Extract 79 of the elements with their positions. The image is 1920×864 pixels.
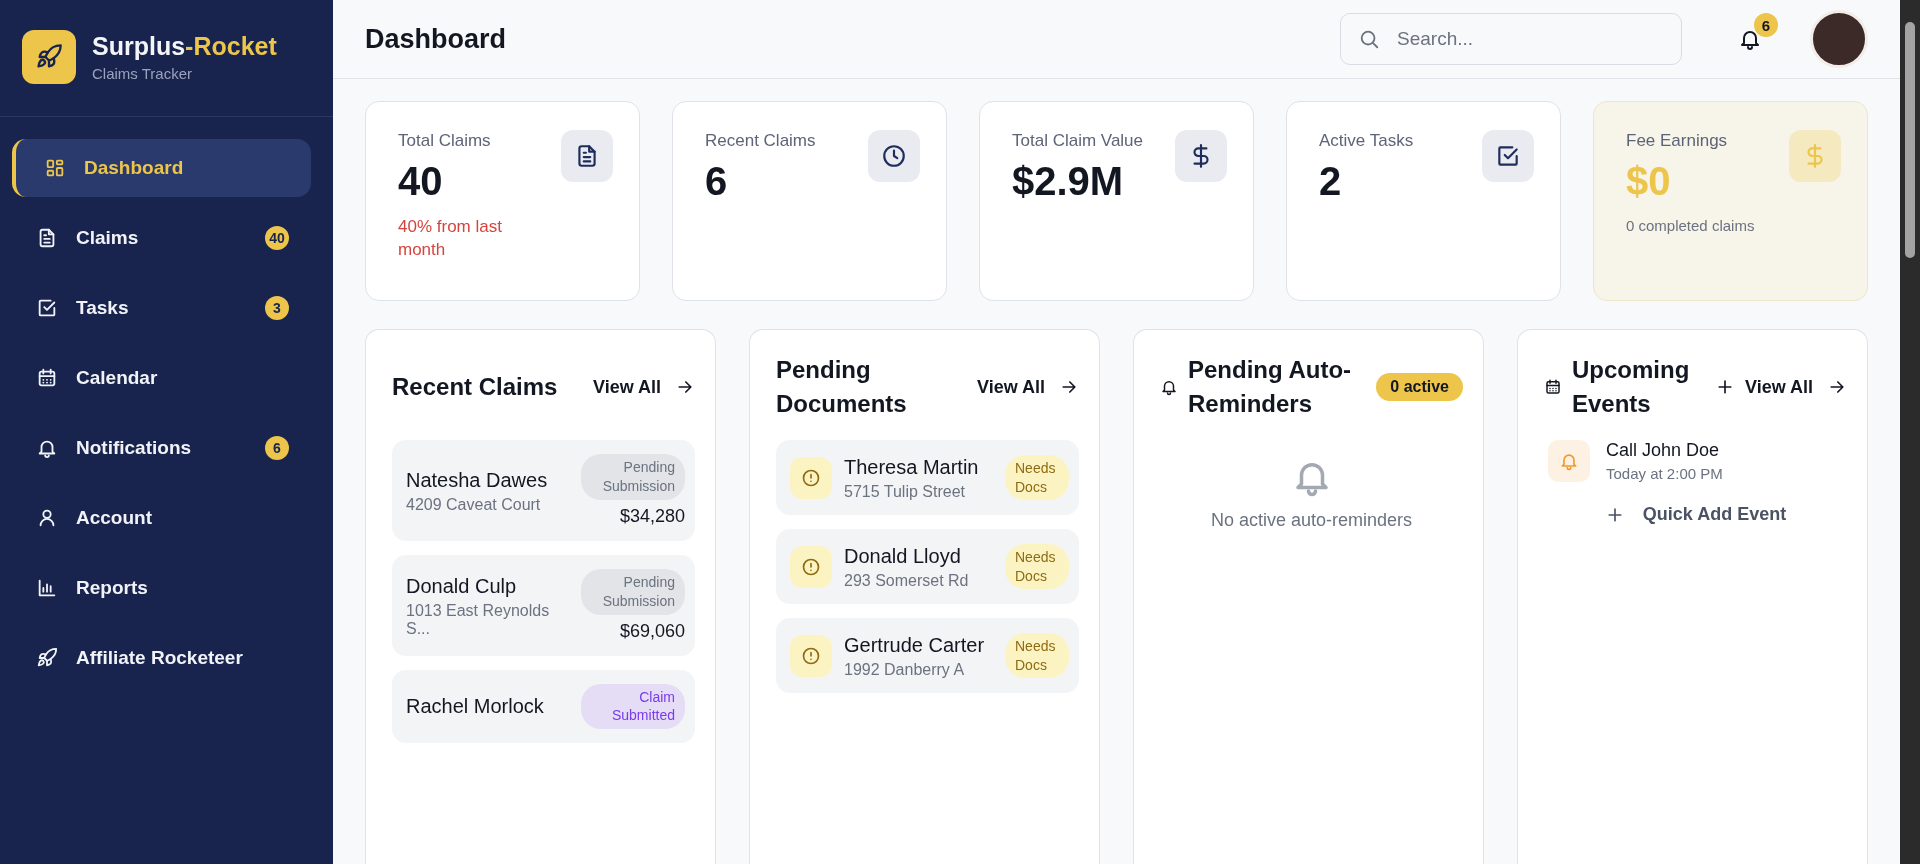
panel-title: Pending Documents (776, 355, 908, 419)
stat-value: 2 (1319, 158, 1343, 204)
claim-amount: $69,060 (619, 620, 685, 642)
count-badge: 0 active (1376, 372, 1463, 402)
claim-address: 4209 Caveat Court (406, 495, 542, 514)
stat-value: 40 (398, 158, 444, 204)
brand-subtitle: Claims Tracker (92, 65, 193, 82)
stat-label: Active Tasks (1319, 130, 1415, 152)
claim-address: 5715 Tulip Street (844, 483, 966, 501)
scrollbar-thumb[interactable] (1905, 22, 1915, 258)
calendar-icon (36, 367, 58, 389)
clock-icon (881, 143, 907, 169)
claimant-name: Rachel Morlock (406, 694, 545, 720)
bell-icon (1160, 378, 1178, 396)
claimant-name: Natesha Dawes (406, 467, 549, 493)
sidebar-item[interactable]: Account (12, 489, 311, 547)
claim-item[interactable]: Natesha Dawes 4209 Caveat Court Pending Submission $34,280 (392, 440, 695, 541)
claimant-name: Theresa Martin (844, 455, 980, 480)
page-title: Dashboard (365, 23, 508, 55)
view-all-link[interactable]: View All (592, 376, 695, 398)
status-badge: Needs Docs (1005, 632, 1069, 679)
count-badge: 6 (265, 436, 289, 460)
status-badge: Pending Submission (581, 454, 685, 500)
stat-value: $2.9M (1012, 158, 1125, 204)
claimant-name: Gertrude Carter (844, 633, 986, 658)
sidebar-item[interactable]: Affiliate Rocketeer (12, 629, 311, 687)
brand-name: Surplus-Rocket (92, 32, 277, 61)
sidebar-item[interactable]: Notifications 6 (12, 419, 311, 477)
claim-address: 1013 East Reynolds S... (406, 601, 551, 638)
stat-note: 40% from last month (398, 215, 503, 261)
search-field[interactable]: Search... (1340, 13, 1682, 65)
calendar-icon (1544, 378, 1562, 396)
event-time: Today at 2:00 PM (1606, 465, 1723, 482)
stat-label: Total Claim Value (1012, 130, 1145, 152)
stat-note: 0 completed claims (1626, 215, 1756, 236)
claimant-name: Donald Lloyd (844, 544, 962, 569)
sidebar-item[interactable]: Reports (12, 559, 311, 617)
exclamation-icon (801, 467, 821, 488)
exclamation-icon (801, 645, 821, 666)
status-badge: Claim Submitted (581, 683, 685, 730)
count-badge: 3 (265, 296, 289, 320)
notification-badge: 6 (1754, 13, 1778, 37)
status-badge: Pending Submission (581, 568, 685, 615)
bar-chart-icon (36, 577, 58, 599)
checkbox-icon (1495, 143, 1521, 169)
sidebar-item[interactable]: Claims 40 (12, 209, 311, 267)
checkbox-icon (36, 297, 58, 319)
stat-value: $0 (1626, 158, 1672, 204)
claimant-name: Donald Culp (406, 573, 518, 599)
panel-title: Upcoming Events (1572, 355, 1691, 419)
stat-value: 6 (705, 158, 729, 204)
sidebar-item[interactable]: Dashboard (12, 139, 311, 197)
scrollbar[interactable] (1900, 0, 1920, 864)
empty-message: No active auto-reminders (1210, 510, 1413, 531)
claim-item[interactable]: Rachel Morlock Claim Submitted (392, 669, 695, 744)
document-item[interactable]: Gertrude Carter 1992 Danberry A Needs Docs (776, 618, 1079, 693)
view-all-link[interactable]: View All (1744, 376, 1847, 398)
exclamation-icon (801, 556, 821, 577)
quick-add-event-button[interactable]: Quick Add Event (1544, 496, 1847, 533)
claim-amount: $34,280 (619, 505, 685, 527)
count-badge: 40 (265, 226, 289, 250)
event-title[interactable]: Call John Doe (1606, 440, 1723, 461)
rocket-icon (36, 647, 58, 669)
grid-icon (44, 157, 66, 179)
sidebar-item[interactable]: Tasks 3 (12, 279, 311, 337)
stat-label: Fee Earnings (1626, 130, 1729, 152)
stat-label: Total Claims (398, 130, 492, 152)
document-item[interactable]: Donald Lloyd 293 Somerset Rd Needs Docs (776, 529, 1079, 604)
claim-address: 293 Somerset Rd (844, 572, 970, 590)
document-item[interactable]: Theresa Martin 5715 Tulip Street Needs Docs (776, 440, 1079, 515)
status-badge: Needs Docs (1005, 543, 1069, 590)
claim-address: 1992 Danberry A (844, 661, 966, 679)
panel-title: Recent Claims (392, 372, 559, 403)
panel-title: Pending Auto-Reminders (1188, 355, 1353, 419)
stat-label: Recent Claims (705, 130, 817, 152)
claim-item[interactable]: Donald Culp 1013 East Reynolds S... Pending Submission $69,060 (392, 554, 695, 656)
view-all-link[interactable]: View All (976, 376, 1079, 398)
sidebar-item[interactable]: Calendar (12, 349, 311, 407)
status-badge: Needs Docs (1005, 454, 1069, 501)
